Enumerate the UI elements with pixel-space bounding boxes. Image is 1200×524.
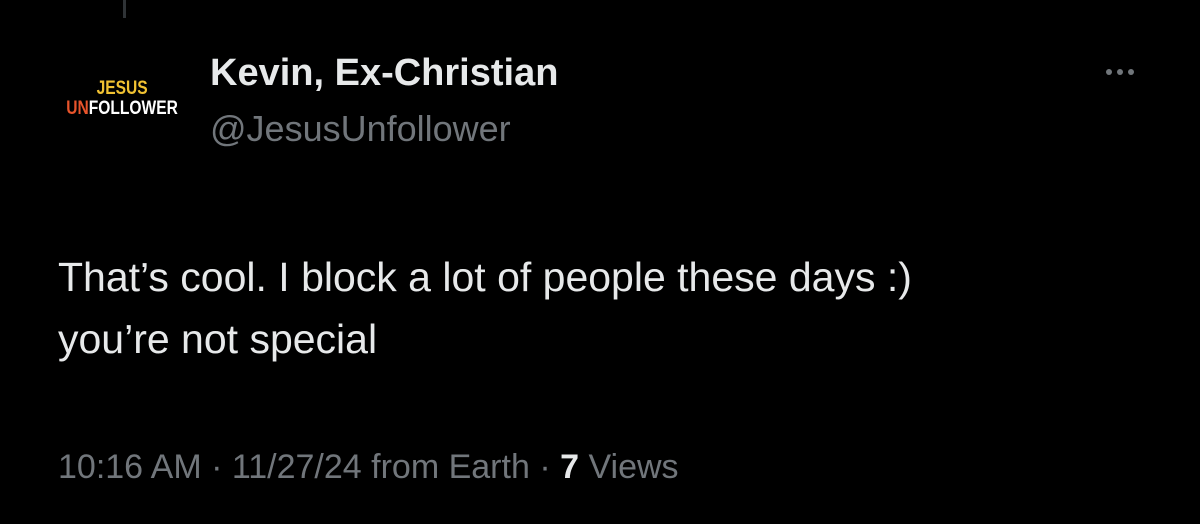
tweet-text: That’s cool. I block a lot of people the… xyxy=(58,246,1158,370)
meta-separator: · xyxy=(201,448,232,486)
tweet-time[interactable]: 10:16 AM xyxy=(58,448,202,486)
thread-connector-line xyxy=(123,0,126,18)
more-horizontal-icon-dot xyxy=(1106,69,1112,75)
views-label[interactable]: Views xyxy=(579,448,678,486)
tweet-source: from Earth xyxy=(361,448,530,486)
tweet-date[interactable]: 11/27/24 xyxy=(232,448,362,486)
meta-separator: · xyxy=(529,448,561,486)
avatar-logo-prefix: UN xyxy=(66,97,89,119)
avatar-logo-line1: JESUS xyxy=(96,77,148,99)
more-options-button[interactable] xyxy=(1096,60,1144,84)
more-horizontal-icon-dot xyxy=(1128,69,1134,75)
more-horizontal-icon-dot xyxy=(1117,69,1123,75)
avatar-logo-rest: FOLLOWER xyxy=(88,97,178,119)
tweet-metadata: 10:16 AM · 11/27/24 from Earth · 7 Views xyxy=(58,448,679,487)
author-display-name[interactable]: Kevin, Ex-Christian xyxy=(210,52,558,95)
avatar[interactable]: JESUS UNFOLLOWER xyxy=(60,66,184,130)
tweet-text-line: That’s cool. I block a lot of people the… xyxy=(58,254,912,300)
tweet-text-line: you’re not special xyxy=(58,316,378,362)
avatar-logo-line2: UNFOLLOWER xyxy=(66,99,178,118)
author-handle[interactable]: @JesusUnfollower xyxy=(210,108,511,150)
views-count[interactable]: 7 xyxy=(560,448,579,486)
